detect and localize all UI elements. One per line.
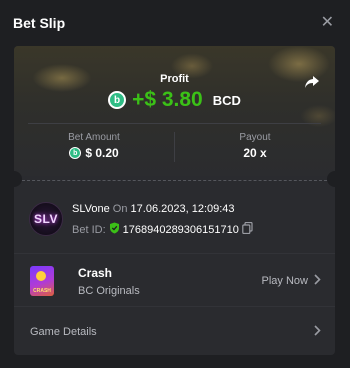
divider [28, 123, 321, 124]
ticket-notch-right [327, 171, 335, 187]
on-label: On [112, 203, 128, 215]
game-name: Crash [78, 266, 113, 280]
play-now-label: Play Now [261, 275, 308, 287]
chevron-right-icon [314, 274, 321, 288]
bet-amount-value: $ 0.20 [85, 146, 119, 160]
avatar[interactable]: SLV [29, 202, 63, 236]
game-details-label: Game Details [30, 325, 97, 338]
close-icon[interactable]: ✕ [321, 15, 334, 31]
play-now-button[interactable]: Play Now [262, 274, 321, 288]
profit-label: Profit [160, 73, 189, 85]
coin-icon: b [108, 91, 127, 109]
payout-block: Payout 20 x [175, 132, 335, 160]
game-thumb-label: CRASH [33, 288, 51, 294]
bet-id-value: 1768940289306151710 [122, 223, 239, 236]
coin-icon: b [69, 147, 82, 159]
bet-datetime: 17.06.2023, 12:09:43 [130, 203, 235, 215]
game-row[interactable]: CRASH Crash BC Originals Play Now [14, 253, 335, 307]
bet-id-label: Bet ID: [72, 223, 106, 236]
bet-slip-header: Bet Slip ✕ [0, 0, 350, 46]
payout-label: Payout [239, 132, 271, 143]
payout-value: 20 x [243, 146, 267, 160]
game-thumbnail[interactable]: CRASH [30, 266, 54, 296]
perforation-divider [22, 180, 327, 181]
chevron-right-icon [314, 323, 321, 341]
rocket-icon [36, 271, 46, 281]
user-line: SLVone On 17.06.2023, 12:09:43 [72, 203, 235, 215]
bet-id-line: Bet ID: 1768940289306151710 [72, 221, 253, 237]
profit-row: b +$ 3.80 BCD [14, 88, 335, 112]
share-icon[interactable] [304, 75, 320, 94]
profit-currency: BCD [212, 92, 241, 108]
bet-amount-label: Bet Amount [68, 132, 120, 143]
game-details-row[interactable]: Game Details [14, 308, 335, 355]
profit-amount: +$ 3.80 [132, 88, 203, 111]
copy-icon[interactable] [242, 221, 253, 237]
bet-card: Profit b +$ 3.80 BCD Bet Amount b $ 0.20… [14, 46, 335, 355]
page-title: Bet Slip [13, 15, 66, 31]
shield-check-icon [109, 222, 120, 237]
user-name[interactable]: SLVone [72, 203, 110, 215]
bet-amount-block: Bet Amount b $ 0.20 [14, 132, 174, 160]
game-provider: BC Originals [78, 285, 140, 297]
